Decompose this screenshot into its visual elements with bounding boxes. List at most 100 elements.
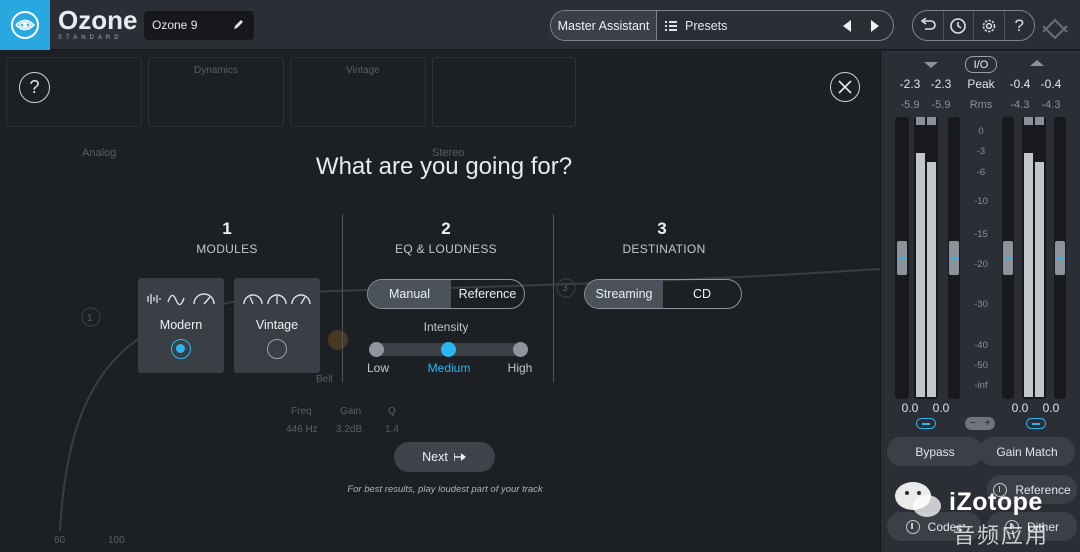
scale-0: 0: [978, 126, 984, 137]
input-peak-r: -2.3: [930, 77, 952, 91]
arrow-right-icon: [453, 453, 466, 461]
intensity-medium-label[interactable]: Medium: [419, 361, 479, 375]
rms-label: Rms: [969, 99, 993, 111]
output-fader-handle-r[interactable]: [1055, 241, 1065, 275]
destination-cd[interactable]: CD: [663, 280, 741, 308]
wechat-icon: [895, 482, 941, 517]
list-icon: [665, 20, 677, 31]
top-icon-group: ?: [912, 10, 1035, 41]
preset-name-label: Ozone 9: [152, 18, 198, 32]
help-top-button[interactable]: ?: [1005, 11, 1035, 40]
step-1-number: 1: [222, 219, 232, 238]
bypass-button[interactable]: Bypass: [887, 437, 983, 466]
scale-minus-6: -6: [976, 167, 986, 178]
scale-minus-3: -3: [976, 146, 986, 157]
input-rms-l: -5.9: [900, 99, 920, 111]
question-icon: ?: [29, 77, 40, 97]
fader-offset-control[interactable]: − +: [965, 417, 995, 430]
next-button-label: Next: [422, 450, 448, 464]
output-link-toggle[interactable]: [1026, 418, 1046, 429]
destination-streaming[interactable]: Streaming: [585, 280, 663, 308]
assistant-help-button[interactable]: ?: [19, 72, 50, 103]
izotope-logo-icon[interactable]: [0, 0, 50, 50]
pencil-icon[interactable]: [232, 18, 245, 31]
scale-minus-50: -50: [974, 360, 988, 371]
module-vintage-label: Vintage: [255, 318, 299, 332]
step-1-label: MODULES: [196, 242, 258, 256]
destination-toggle: Streaming CD: [584, 279, 742, 309]
input-fader-value-l[interactable]: 0.0: [895, 401, 925, 415]
output-fader-handle-l[interactable]: [1003, 241, 1013, 275]
presets-dropdown[interactable]: Presets: [657, 11, 893, 40]
plus-icon[interactable]: +: [985, 418, 991, 429]
module-modern-radio[interactable]: [171, 339, 191, 359]
eq-mode-manual[interactable]: Manual: [368, 280, 451, 308]
brand-subtitle: STANDARD: [58, 35, 123, 41]
gear-icon: [982, 19, 996, 32]
scale-minus-inf: -inf: [974, 380, 988, 391]
preset-name-field[interactable]: Ozone 9: [144, 11, 254, 40]
intensity-low-knob[interactable]: [369, 342, 384, 357]
input-meter-l-hold: [916, 117, 925, 125]
watermark-text: iZotope: [949, 488, 1043, 516]
input-meter-r: [927, 162, 936, 397]
io-meter-panel: I/O -2.3 -2.3 Peak -0.4 -0.4 -5.9 -5.9 R…: [880, 51, 1080, 552]
question-icon: ?: [1014, 15, 1024, 35]
top-bar: Ozone STANDARD Ozone 9 Master Assistant …: [0, 0, 1080, 50]
peak-label: Peak: [967, 77, 995, 91]
assistant-tip: For best results, play loudest part of y…: [347, 484, 543, 495]
module-vintage-radio[interactable]: [267, 339, 287, 359]
assistant-presets-group: Master Assistant Presets: [550, 10, 894, 41]
step-3-label: DESTINATION: [622, 242, 706, 256]
io-button[interactable]: I/O: [965, 56, 997, 73]
intensity-medium-knob[interactable]: [441, 342, 456, 357]
eq-mode-toggle: Manual Reference: [367, 279, 525, 309]
input-fader-handle-l[interactable]: [897, 241, 907, 275]
next-button[interactable]: Next: [394, 442, 495, 472]
output-peak-l: -0.4: [1009, 77, 1031, 91]
previous-preset-icon[interactable]: [841, 19, 853, 33]
output-peak-r: -0.4: [1040, 77, 1062, 91]
input-meter-l: [916, 153, 925, 397]
module-card-vintage[interactable]: Vintage: [234, 278, 320, 373]
master-assistant-button[interactable]: Master Assistant: [551, 11, 657, 40]
output-fader-value-l[interactable]: 0.0: [1005, 401, 1035, 415]
scale-minus-40: -40: [974, 340, 988, 351]
undo-button[interactable]: [913, 11, 944, 40]
watermark-cn: 音频应用: [953, 523, 1050, 548]
output-meter-l-hold: [1024, 117, 1033, 125]
plugin-link-icon[interactable]: [1040, 12, 1070, 40]
output-collapse-icon[interactable]: [1027, 59, 1047, 67]
input-fader-value-r[interactable]: 0.0: [926, 401, 956, 415]
intensity-low-label[interactable]: Low: [348, 361, 408, 375]
input-link-toggle[interactable]: [916, 418, 936, 429]
settings-button[interactable]: [974, 11, 1005, 40]
minus-icon[interactable]: −: [970, 418, 976, 429]
module-card-modern[interactable]: Modern: [138, 278, 224, 373]
step-divider-1: [342, 214, 343, 382]
step-3-number: 3: [657, 219, 667, 238]
modern-modules-icon: [147, 293, 215, 306]
history-icon: [950, 17, 967, 34]
output-meter-l: [1024, 153, 1033, 397]
input-collapse-icon[interactable]: [921, 61, 941, 69]
brand: Ozone STANDARD: [58, 6, 137, 41]
eq-mode-reference[interactable]: Reference: [451, 280, 524, 308]
step-divider-2: [553, 214, 554, 382]
scale-minus-10: -10: [974, 196, 988, 207]
presets-label: Presets: [685, 18, 728, 33]
intensity-high-label[interactable]: High: [490, 361, 550, 375]
watermark: iZotope 音频应用: [893, 478, 1080, 548]
input-fader-handle-r[interactable]: [949, 241, 959, 275]
output-fader-value-r[interactable]: 0.0: [1036, 401, 1066, 415]
gain-match-button[interactable]: Gain Match: [979, 437, 1075, 466]
history-button[interactable]: [944, 11, 974, 40]
input-peak-l: -2.3: [899, 77, 921, 91]
output-meter-r: [1035, 162, 1044, 397]
module-modern-label: Modern: [159, 318, 203, 332]
next-preset-icon[interactable]: [869, 19, 881, 33]
output-rms-l: -4.3: [1010, 99, 1030, 111]
intensity-high-knob[interactable]: [513, 342, 528, 357]
undo-icon: [920, 17, 936, 30]
assistant-close-button[interactable]: [830, 72, 860, 102]
